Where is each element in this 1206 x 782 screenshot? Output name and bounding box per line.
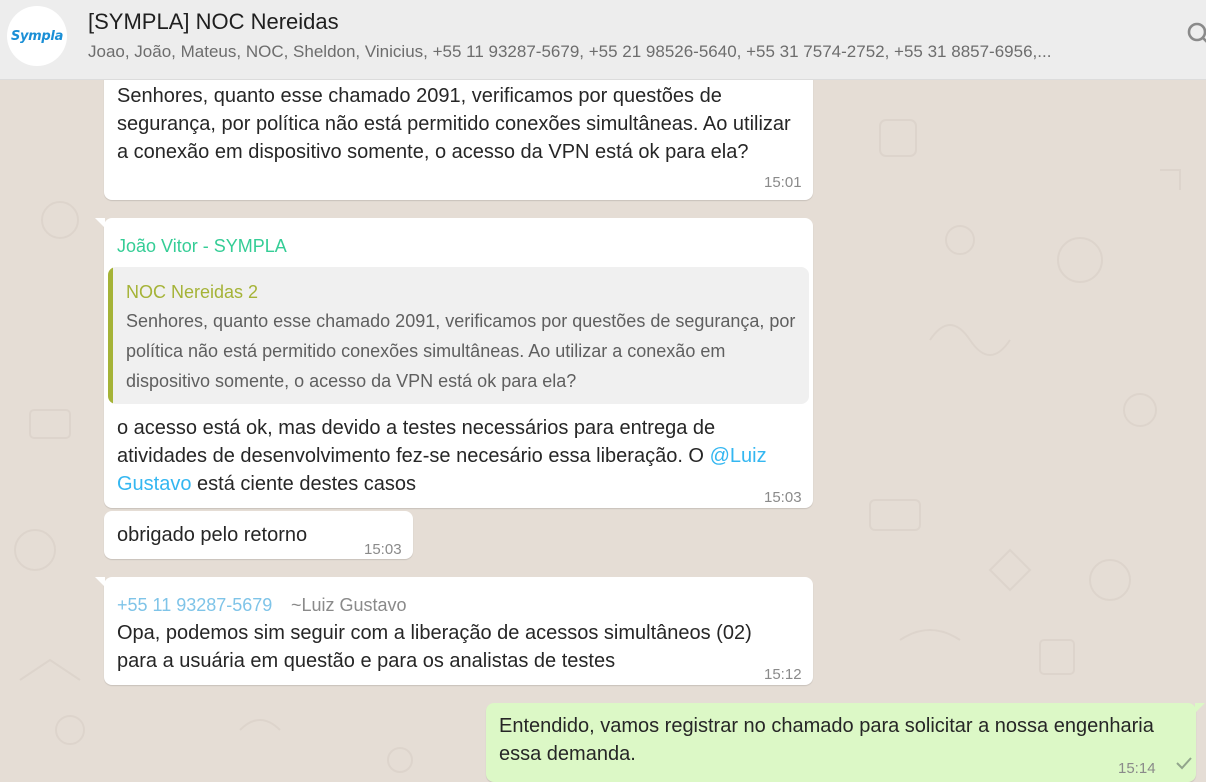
message-list[interactable]: Senhores, quanto esse chamado 2091, veri… [0, 80, 1206, 782]
message-text: obrigado pelo retorno [117, 524, 308, 546]
quote-text: Senhores, quanto esse chamado 2091, veri… [126, 311, 796, 391]
message-text-part: está ciente destes casos [191, 473, 417, 495]
quoted-message[interactable]: NOC Nereidas 2 Senhores, quanto esse cha… [108, 267, 809, 404]
message-text: Senhores, quanto esse chamado 2091, veri… [117, 85, 791, 163]
mention-at[interactable]: @ [710, 445, 730, 467]
message-text: Entendido, vamos registrar no chamado pa… [499, 715, 1154, 765]
chat-members: Joao, João, Mateus, NOC, Sheldon, Vinici… [88, 42, 1052, 61]
sender-phone[interactable]: +55 11 93287-5679 [117, 591, 272, 619]
message-bubble-outgoing[interactable]: Entendido, vamos registrar no chamado pa… [486, 703, 1205, 782]
group-avatar[interactable]: Sympla [7, 6, 67, 66]
message-time: 15:12 [764, 666, 802, 683]
bubble-tail [95, 218, 105, 228]
message-time: 15:03 [364, 541, 402, 558]
message-bubble[interactable]: +55 11 93287-5679 ~Luiz Gustavo Opa, pod… [95, 577, 813, 685]
message-bubble[interactable]: Senhores, quanto esse chamado 2091, veri… [104, 80, 813, 200]
message-bubble[interactable]: obrigado pelo retorno 15:03 [104, 511, 413, 559]
sender-pushname: ~Luiz Gustavo [291, 595, 407, 615]
chat-header[interactable]: Sympla [SYMPLA] NOC Nereidas Joao, João,… [0, 0, 1206, 80]
chat-title: [SYMPLA] NOC Nereidas [88, 9, 339, 34]
message-time: 15:14 [1118, 760, 1156, 777]
sympla-logo: Sympla [10, 28, 64, 44]
message-time: 15:03 [764, 489, 802, 506]
quote-bar [108, 267, 113, 404]
sender-name[interactable]: João Vitor - SYMPLA [117, 232, 287, 260]
message-text-part: o acesso está ok, mas devido a testes ne… [117, 417, 716, 467]
bubble-tail [95, 577, 105, 587]
message-time: 15:01 [764, 174, 802, 191]
quote-author: NOC Nereidas 2 [126, 282, 259, 302]
single-check-icon [1176, 757, 1192, 770]
message-text: Opa, podemos sim seguir com a liberação … [117, 622, 752, 672]
bubble-tail [1195, 703, 1205, 713]
message-bubble[interactable]: João Vitor - SYMPLA NOC Nereidas 2 Senho… [95, 218, 813, 508]
search-icon[interactable] [1185, 20, 1206, 50]
message-text: o acesso está ok, mas devido a testes ne… [117, 414, 797, 498]
